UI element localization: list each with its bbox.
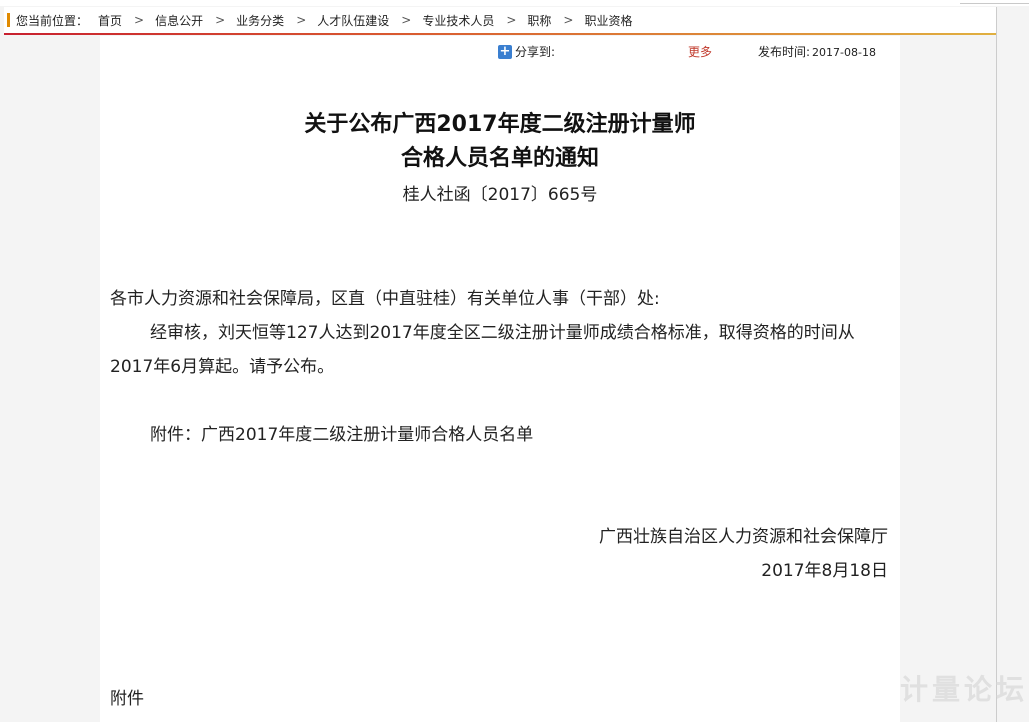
breadcrumb-item-qualification[interactable]: 职业资格 — [584, 12, 632, 29]
page-frame: 您当前位置： 首页 > 信息公开 > 业务分类 > 人才队伍建设 > 专业技术人… — [0, 0, 1029, 722]
salutation: 各市人力资源和社会保障局，区直（中直驻桂）有关单位人事（干部）处: — [110, 289, 660, 309]
chevron-right-icon: > — [134, 13, 145, 27]
breadcrumb-item-info-public[interactable]: 信息公开 — [155, 12, 203, 29]
body-paragraph: 经审核，刘天恒等127人达到2017年度全区二级注册计量师成绩合格标准，取得资格… — [110, 323, 855, 377]
breadcrumb-underline — [4, 33, 996, 35]
chevron-right-icon: > — [296, 13, 307, 27]
breadcrumb-item-professional-staff[interactable]: 专业技术人员 — [422, 12, 494, 29]
publish-time: 发布时间: 2017-08-18 — [758, 43, 876, 60]
watermark: 计量论坛 — [900, 673, 1029, 706]
title-line-2: 合格人员名单的通知 — [400, 146, 599, 171]
breadcrumb-item-talent-team[interactable]: 人才队伍建设 — [317, 12, 389, 29]
article-panel: + 分享到: 更多 发布时间: 2017-08-18 关于公布广西2017年度二级… — [100, 36, 900, 722]
breadcrumb-item-home[interactable]: 首页 — [98, 12, 122, 29]
top-edge-line — [960, 3, 1029, 4]
right-divider — [996, 7, 997, 722]
title-line-1: 关于公布广西2017年度二级注册计量师 — [304, 112, 696, 137]
signer: 广西壮族自治区人力资源和社会保障厅 — [599, 527, 888, 547]
article-meta-bar: + 分享到: 更多 发布时间: 2017-08-18 — [100, 36, 900, 64]
attachment-heading: 附件 — [110, 689, 144, 709]
top-edge — [0, 0, 1029, 6]
sign-date: 2017年8月18日 — [761, 561, 888, 581]
share-label: 分享到: — [515, 45, 556, 59]
article-title: 关于公布广西2017年度二级注册计量师 合格人员名单的通知 — [100, 108, 900, 176]
breadcrumb-label: 您当前位置： — [16, 13, 89, 28]
chevron-right-icon: > — [401, 13, 412, 27]
document-number: 桂人社函〔2017〕665号 — [402, 185, 598, 205]
chevron-right-icon: > — [506, 13, 517, 27]
chevron-right-icon: > — [215, 13, 226, 27]
breadcrumb-item-business-category[interactable]: 业务分类 — [236, 12, 284, 29]
more-link[interactable]: 更多 — [688, 43, 712, 60]
breadcrumb-marker — [7, 13, 10, 27]
attachment-line: 附件：广西2017年度二级注册计量师合格人员名单 — [150, 425, 534, 445]
publish-date: 2017-08-18 — [812, 46, 876, 59]
plus-icon: + — [498, 43, 512, 59]
share-button[interactable]: + 分享到: — [498, 43, 555, 60]
chevron-right-icon: > — [563, 13, 574, 27]
breadcrumb: 您当前位置： 首页 > 信息公开 > 业务分类 > 人才队伍建设 > 专业技术人… — [4, 7, 996, 35]
publish-label: 发布时间: — [758, 45, 811, 59]
breadcrumb-item-title[interactable]: 职称 — [527, 12, 551, 29]
